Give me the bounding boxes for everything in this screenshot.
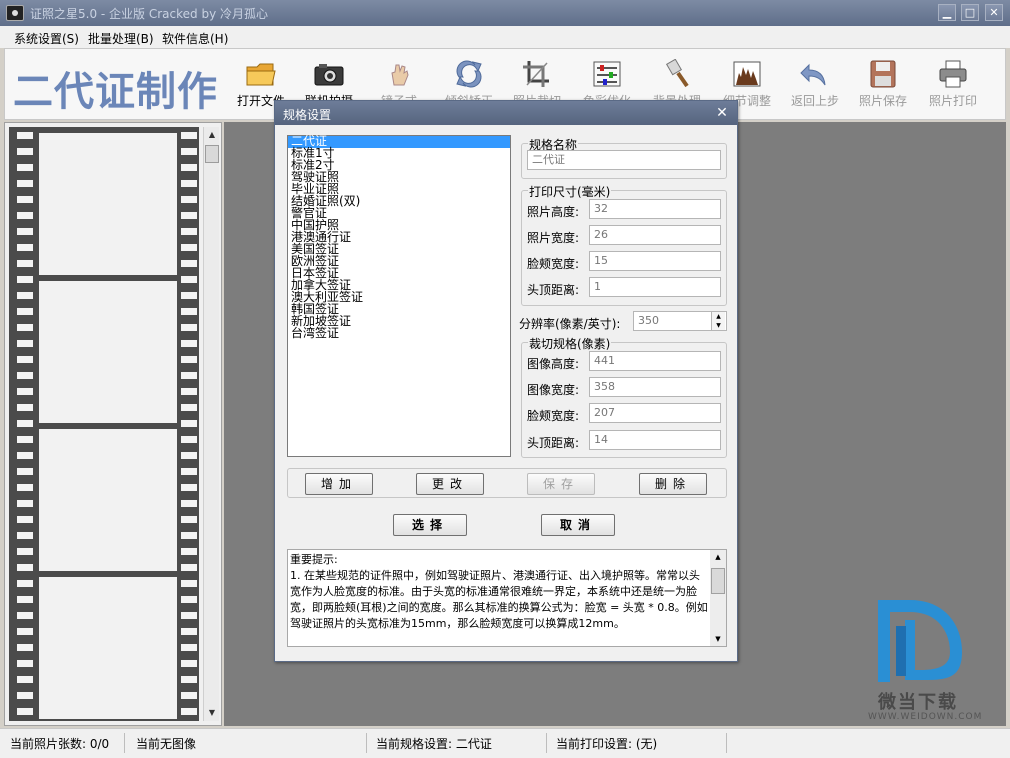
minimize-button[interactable]: ▁ — [938, 4, 956, 21]
spec-settings-dialog: 规格设置 ✕ 二代证 标准1寸 标准2寸 驾驶证照 毕业证照 结婚证照(双) 警官证 中国护照… — [274, 100, 738, 662]
crop-icon — [523, 61, 549, 87]
cancel-button[interactable]: 取消 — [541, 514, 615, 536]
print-face-width-input[interactable]: 15 — [589, 251, 721, 271]
add-button[interactable]: 增加 — [305, 473, 373, 495]
notes-text: 重要提示: 1. 在某些规范的证件照中，例如驾驶证照片、港澳通行证、出入境护照等… — [290, 553, 708, 630]
film-strip — [9, 127, 199, 721]
menu-bar: 系统设置(S) 批量处理(B) 软件信息(H) — [0, 26, 1010, 48]
hand-icon — [391, 64, 409, 86]
camera-app-icon — [6, 5, 24, 21]
menu-system-settings[interactable]: 系统设置(S) — [14, 30, 79, 47]
photo-height-label: 照片高度: — [527, 205, 580, 219]
film-perforations-left — [17, 127, 33, 721]
spec-list[interactable]: 二代证 标准1寸 标准2寸 驾驶证照 毕业证照 结婚证照(双) 警官证 中国护照 港澳通行证 美国… — [287, 135, 511, 457]
close-button[interactable]: ✕ — [985, 4, 1003, 21]
crop-head-distance-label: 头顶距离: — [527, 436, 580, 450]
photo-height-input[interactable]: 32 — [589, 199, 721, 219]
film-perforations-right — [181, 127, 197, 721]
photo-width-label: 照片宽度: — [527, 231, 580, 245]
print-head-distance-label: 头顶距离: — [527, 283, 580, 297]
photo-width-input[interactable]: 26 — [589, 225, 721, 245]
camera-icon — [314, 64, 344, 86]
photo-print-button[interactable]: 照片打印 — [923, 59, 983, 109]
spec-name-input[interactable]: 二代证 — [527, 150, 721, 170]
crop-face-width-label: 脸颊宽度: — [527, 409, 580, 423]
crop-head-distance-input[interactable]: 14 — [589, 430, 721, 450]
thumbnail-slot-4[interactable] — [39, 577, 177, 719]
select-button[interactable]: 选择 — [393, 514, 467, 536]
status-separator — [366, 733, 367, 753]
image-height-input[interactable]: 441 — [589, 351, 721, 371]
image-height-label: 图像高度: — [527, 357, 580, 371]
undo-button[interactable]: 返回上步 — [785, 59, 845, 109]
resolution-spinner-icon[interactable]: ▲ ▼ — [711, 312, 725, 330]
thumbnail-slot-3[interactable] — [39, 429, 177, 571]
histogram-icon — [733, 61, 761, 87]
watermark-url: WWW.WEIDOWN.COM — [868, 712, 983, 722]
window-title: 证照之星5.0 - 企业版 Cracked by 冷月孤心 — [30, 7, 268, 21]
print-face-width-label: 脸颊宽度: — [527, 257, 580, 271]
status-spec: 当前规格设置: 二代证 — [376, 737, 492, 751]
crop-size-group-title: 裁切规格(像素) — [528, 335, 612, 352]
dialog-title: 规格设置 — [283, 108, 332, 122]
folder-icon — [246, 63, 276, 86]
printer-icon — [939, 60, 967, 88]
print-head-distance-input[interactable]: 1 — [589, 277, 721, 297]
save-button[interactable]: 保存 — [527, 473, 595, 495]
dialog-title-bar[interactable]: 规格设置 ✕ — [275, 101, 737, 125]
menu-software-info[interactable]: 软件信息(H) — [162, 30, 228, 47]
menu-batch-processing[interactable]: 批量处理(B) — [88, 30, 154, 47]
scroll-down-icon[interactable]: ▼ — [204, 705, 220, 721]
print-size-group-title: 打印尺寸(毫米) — [528, 183, 612, 200]
maximize-button[interactable]: □ — [961, 4, 979, 21]
title-bar: 证照之星5.0 - 企业版 Cracked by 冷月孤心 ▁ □ ✕ — [0, 0, 1010, 26]
status-separator — [726, 733, 727, 753]
rotate-icon — [456, 60, 482, 88]
status-separator — [124, 733, 125, 753]
undo-icon — [800, 63, 826, 86]
status-image: 当前无图像 — [136, 737, 197, 751]
scroll-down-icon[interactable]: ▼ — [710, 632, 726, 646]
crop-face-width-input[interactable]: 207 — [589, 403, 721, 423]
status-separator — [546, 733, 547, 753]
status-bar: 当前照片张数: 0/0 当前无图像 当前规格设置: 二代证 当前打印设置: (无… — [0, 728, 1010, 758]
spec-list-item[interactable]: 台湾签证 — [288, 327, 510, 340]
notes-scrollbar[interactable]: ▲ ▼ — [710, 550, 726, 646]
thumbnail-scrollbar[interactable]: ▲ ▼ — [203, 127, 219, 721]
scroll-thumb[interactable] — [205, 145, 219, 163]
photo-save-button[interactable]: 照片保存 — [853, 59, 913, 109]
edit-button[interactable]: 更改 — [416, 473, 484, 495]
scroll-up-icon[interactable]: ▲ — [204, 127, 220, 143]
image-width-input[interactable]: 358 — [589, 377, 721, 397]
thumbnail-panel: ▲ ▼ — [4, 122, 222, 726]
thumbnail-slot-1[interactable] — [39, 133, 177, 275]
status-photo-count: 当前照片张数: 0/0 — [10, 737, 110, 751]
brand-title: 二代证制作 — [13, 69, 218, 115]
brush-icon — [665, 59, 689, 88]
image-width-label: 图像宽度: — [527, 383, 580, 397]
watermark-text: 微当下载 — [878, 692, 958, 713]
dialog-close-icon[interactable]: ✕ — [713, 104, 731, 122]
sliders-icon — [593, 61, 621, 87]
scroll-up-icon[interactable]: ▲ — [710, 550, 726, 564]
scroll-thumb[interactable] — [711, 568, 725, 594]
delete-button[interactable]: 删除 — [639, 473, 707, 495]
thumbnail-slot-2[interactable] — [39, 281, 177, 423]
save-icon — [870, 60, 896, 88]
notes-textbox[interactable]: 重要提示: 1. 在某些规范的证件照中，例如驾驶证照片、港澳通行证、出入境护照等… — [287, 549, 727, 647]
status-print: 当前打印设置: (无) — [556, 737, 658, 751]
resolution-label: 分辨率(像素/英寸): — [519, 317, 621, 331]
